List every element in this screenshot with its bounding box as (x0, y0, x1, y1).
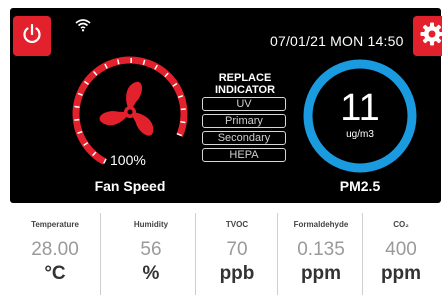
pm25-label: PM2.5 (339, 178, 381, 194)
fan-speed-label: Fan Speed (94, 178, 166, 194)
metric-label: Temperature (31, 220, 79, 229)
device-screen: 07/01/21 MON 14:50 100% Fan Speed REPLAC… (0, 0, 442, 303)
power-icon (20, 22, 44, 51)
gauge-tick (74, 105, 80, 108)
metric-divider (277, 213, 278, 295)
metric-value: 56 (140, 239, 162, 260)
settings-button[interactable] (413, 16, 442, 56)
datetime-display: 07/01/21 MON 14:50 (270, 33, 404, 49)
metric-humidity: Humidity 56 % (110, 211, 192, 297)
gauge-tick (74, 118, 80, 121)
metric-unit: ppb (219, 263, 255, 284)
metric-tvoc: TVOC 70 ppb (196, 211, 278, 297)
filter-secondary[interactable]: Secondary (202, 131, 286, 145)
metric-value: 70 (226, 239, 248, 260)
replace-indicator-title: REPLACE INDICATOR (195, 72, 295, 96)
metric-divider (100, 213, 101, 295)
power-button[interactable] (13, 16, 51, 56)
metric-unit: ppm (380, 263, 422, 284)
metric-value: 400 (385, 239, 417, 260)
metric-co2: CO₂ 400 ppm (360, 211, 442, 297)
metric-temperature: Temperature 28.00 °C (14, 211, 96, 297)
replace-title-line2: INDICATOR (214, 84, 276, 96)
metric-label: Formaldehyde (293, 220, 349, 229)
replace-title-line1: REPLACE (218, 72, 272, 84)
metric-label: CO₂ (393, 220, 409, 229)
status-panel: 07/01/21 MON 14:50 100% Fan Speed REPLAC… (10, 8, 442, 203)
fan-speed-percent: 100% (110, 152, 146, 168)
gear-icon (419, 21, 442, 52)
metric-formaldehyde: Formaldehyde 0.135 ppm (280, 211, 362, 297)
wifi-icon (75, 18, 91, 37)
pm25-unit: ug/m3 (346, 129, 374, 140)
metric-label: TVOC (225, 220, 249, 229)
metric-value: 28.00 (31, 239, 79, 260)
gauge-tick (116, 59, 120, 65)
filter-uv[interactable]: UV (202, 97, 286, 111)
metric-label: Humidity (133, 220, 169, 229)
metric-value: 0.135 (297, 239, 345, 260)
pm25-value: 11 (340, 87, 380, 129)
metrics-panel: Temperature 28.00 °C Humidity 56 % TVOC … (14, 203, 442, 301)
metric-unit: °C (44, 263, 66, 284)
fan-icon (99, 81, 154, 136)
metric-unit: % (142, 263, 160, 284)
filter-hepa[interactable]: HEPA (202, 148, 286, 162)
metric-unit: ppm (300, 263, 342, 284)
gauge-tick (180, 121, 186, 124)
filter-primary[interactable]: Primary (202, 114, 286, 128)
